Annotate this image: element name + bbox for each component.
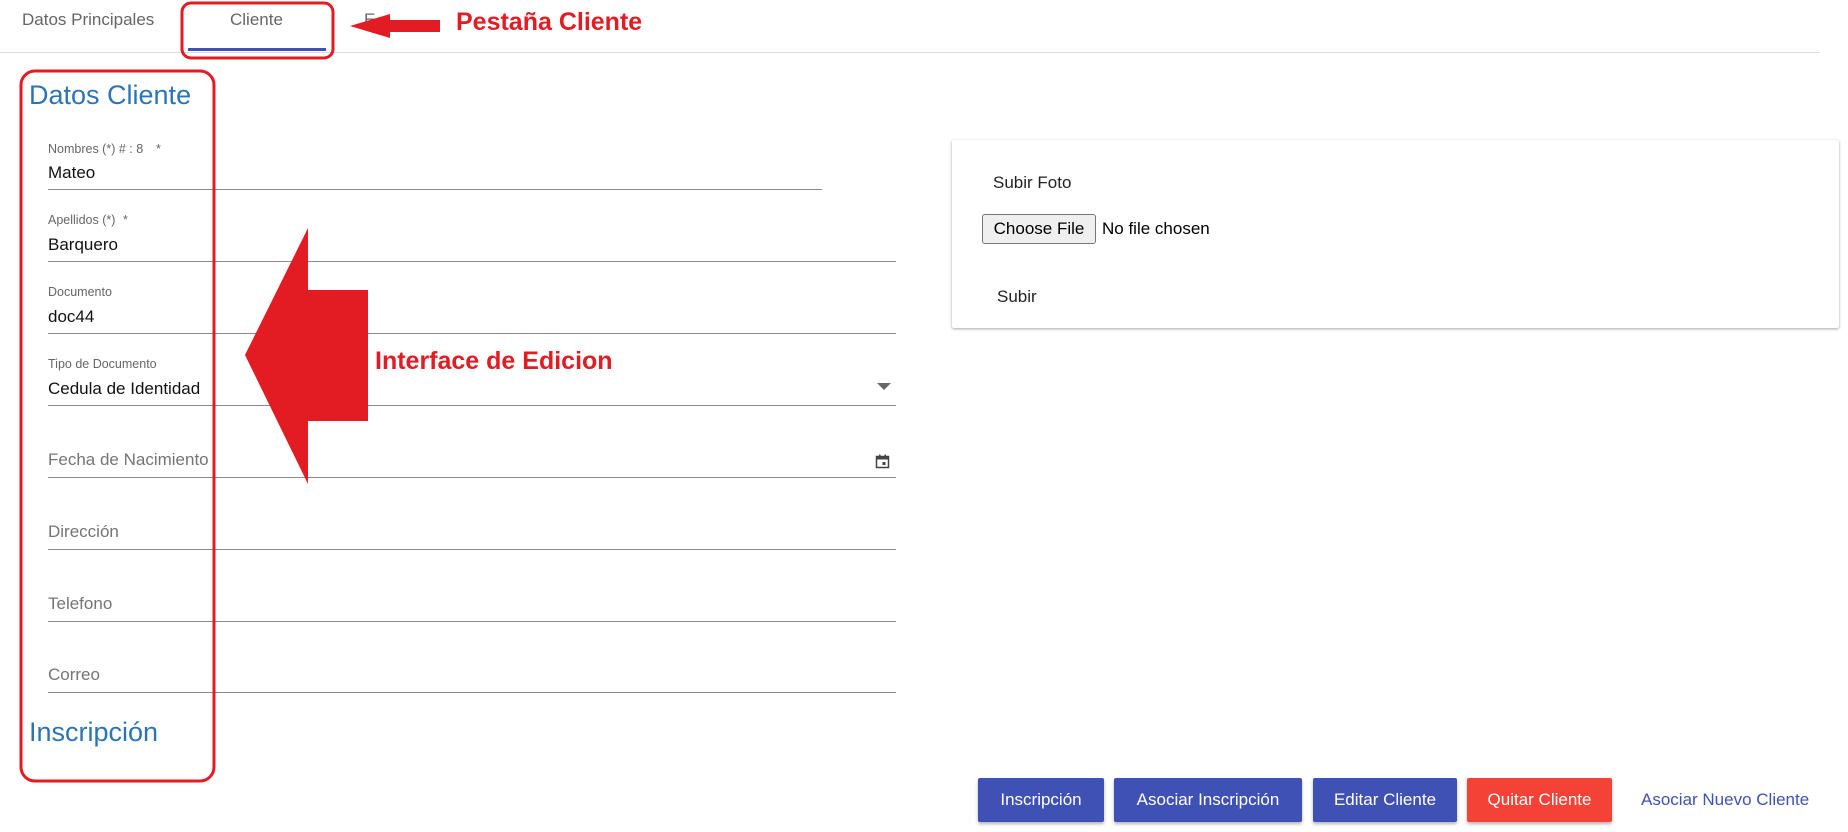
quitar-cliente-button[interactable]: Quitar Cliente <box>1467 778 1612 822</box>
telefono-field[interactable]: Telefono <box>48 571 896 623</box>
interface-annotation-text: Interface de Edicion <box>375 347 613 375</box>
calendar-icon[interactable] <box>875 454 890 469</box>
apellidos-label: Apellidos (*) <box>48 213 116 227</box>
choose-file-button[interactable]: Choose File <box>982 214 1096 244</box>
telefono-input[interactable]: Telefono <box>48 594 112 614</box>
section-title-inscripcion: Inscripción <box>29 717 159 747</box>
upload-submit-button[interactable]: Subir <box>997 287 1037 307</box>
nombres-required-mark: * <box>156 142 161 156</box>
tipo-documento-underline <box>48 405 896 406</box>
file-status-text: No file chosen <box>1102 219 1210 238</box>
asociar-inscripcion-button[interactable]: Asociar Inscripción <box>1114 778 1302 822</box>
documento-field[interactable]: Documento doc44 <box>48 283 896 335</box>
annotation-overlay <box>19 1 440 783</box>
editar-cliente-button[interactable]: Editar Cliente <box>1313 778 1457 822</box>
correo-input[interactable]: Correo <box>48 665 100 685</box>
direccion-input[interactable]: Dirección <box>48 522 119 542</box>
documento-input[interactable]: doc44 <box>48 307 94 327</box>
asociar-nuevo-cliente-button[interactable]: Asociar Nuevo Cliente <box>1641 790 1809 810</box>
tab-third[interactable]: E <box>364 10 375 30</box>
nombres-field[interactable]: Nombres (*) # : 8 * Mateo <box>48 140 822 190</box>
correo-underline <box>48 692 896 693</box>
direccion-underline <box>48 549 896 550</box>
section-title-datos-cliente: Datos Cliente <box>29 80 192 110</box>
documento-underline <box>48 333 896 334</box>
upload-photo-card: Subir Foto Choose File No file chosen Su… <box>952 140 1839 328</box>
direccion-field[interactable]: Dirección <box>48 499 896 551</box>
fecha-nacimiento-input[interactable]: Fecha de Nacimiento <box>48 450 209 470</box>
tab-annotation-text: Pestaña Cliente <box>456 8 643 36</box>
documento-label: Documento <box>48 285 112 299</box>
nombres-underline <box>48 189 822 190</box>
tab-cliente[interactable]: Cliente <box>230 10 283 30</box>
telefono-underline <box>48 621 896 622</box>
nombres-label: Nombres (*) # : 8 <box>48 142 144 156</box>
apellidos-field[interactable]: Apellidos (*) * Barquero <box>48 211 896 263</box>
apellidos-required-mark: * <box>123 213 128 227</box>
apellidos-input[interactable]: Barquero <box>48 235 118 255</box>
active-tab-indicator <box>188 48 326 51</box>
tab-bar-divider <box>0 52 1820 53</box>
fecha-nacimiento-underline <box>48 477 896 478</box>
correo-field[interactable]: Correo <box>48 643 896 695</box>
nombres-input[interactable]: Mateo <box>48 163 95 183</box>
inscripcion-button[interactable]: Inscripción <box>978 778 1104 822</box>
fecha-nacimiento-field[interactable]: Fecha de Nacimiento <box>48 427 896 479</box>
upload-title: Subir Foto <box>993 173 1072 192</box>
apellidos-underline <box>48 261 896 262</box>
tipo-documento-value[interactable]: Cedula de Identidad <box>48 379 200 399</box>
tab-datos-principales[interactable]: Datos Principales <box>22 10 154 30</box>
dropdown-arrow-icon[interactable] <box>877 383 891 391</box>
tipo-documento-label: Tipo de Documento <box>48 357 157 371</box>
